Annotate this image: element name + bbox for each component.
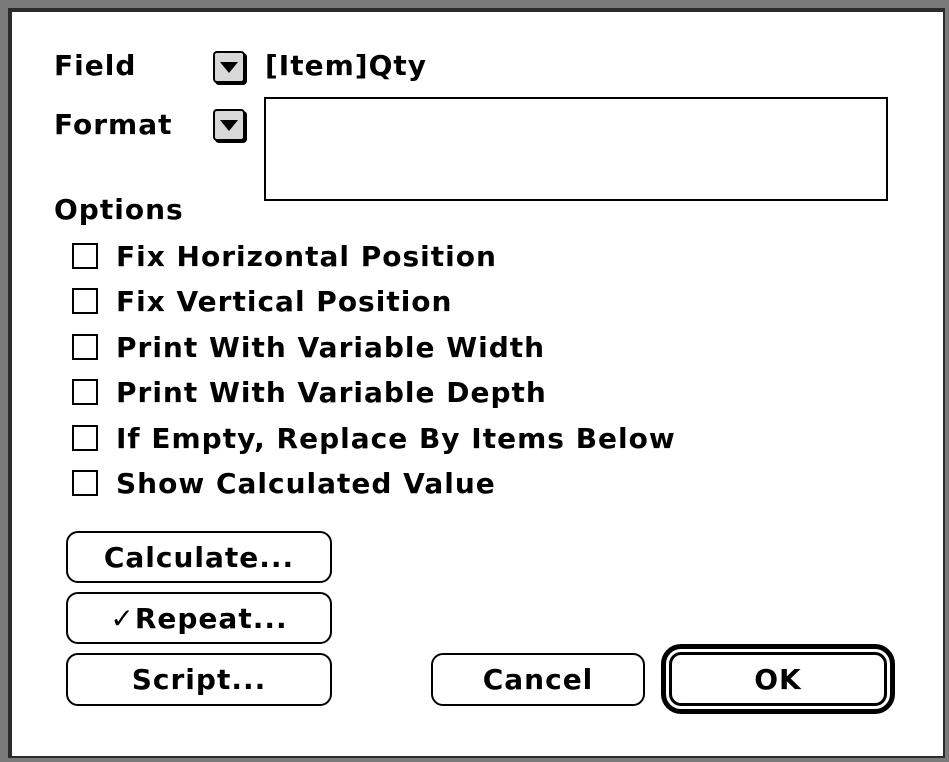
checkbox[interactable] — [72, 470, 98, 496]
field-popup-button[interactable] — [213, 51, 245, 83]
format-popup-button[interactable] — [213, 109, 245, 141]
cancel-button[interactable]: Cancel — [431, 653, 645, 706]
option-label: Fix Horizontal Position — [116, 240, 497, 273]
script-button[interactable]: Script... — [66, 653, 332, 706]
option-label: Show Calculated Value — [116, 467, 496, 500]
field-label: Field — [54, 49, 137, 82]
checkbox[interactable] — [72, 288, 98, 314]
repeat-button[interactable]: ✓Repeat... — [66, 592, 332, 644]
option-label: Print With Variable Width — [116, 331, 546, 364]
triangle-down-icon — [220, 120, 238, 131]
checkbox[interactable] — [72, 243, 98, 269]
checkbox[interactable] — [72, 425, 98, 451]
calculate-button[interactable]: Calculate... — [66, 531, 332, 583]
option-label: If Empty, Replace By Items Below — [116, 422, 676, 455]
checkbox[interactable] — [72, 334, 98, 360]
field-value: [Item]Qty — [265, 49, 428, 82]
options-heading: Options — [54, 193, 184, 226]
ok-button[interactable]: OK — [669, 652, 887, 706]
option-label: Print With Variable Depth — [116, 376, 547, 409]
checkbox[interactable] — [72, 379, 98, 405]
field-options-dialog: Field [Item]Qty Format Options Fix Horiz… — [0, 0, 949, 762]
format-label: Format — [54, 108, 173, 141]
triangle-down-icon — [220, 62, 238, 73]
format-field[interactable] — [264, 97, 888, 201]
option-label: Fix Vertical Position — [116, 285, 453, 318]
